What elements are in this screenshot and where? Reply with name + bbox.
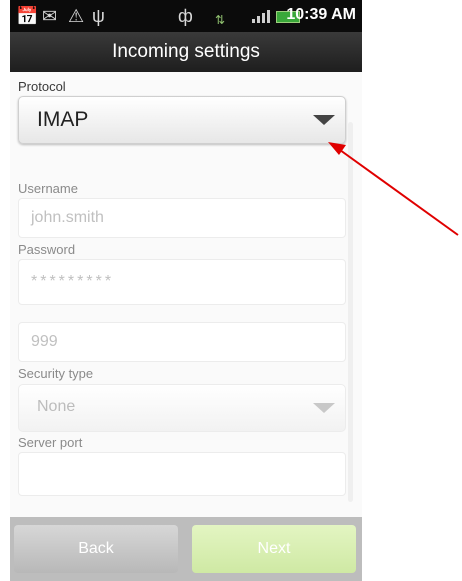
scrollbar[interactable] bbox=[348, 122, 353, 502]
server-value: 999 bbox=[31, 333, 58, 350]
warning-icon: ⚠ bbox=[68, 6, 85, 26]
chevron-down-icon bbox=[313, 115, 335, 125]
clock: 10:39 AM bbox=[286, 6, 356, 23]
password-label: Password bbox=[18, 242, 76, 257]
signal-icon bbox=[252, 9, 272, 23]
next-button[interactable]: Next bbox=[192, 525, 356, 573]
usb-icon: ψ bbox=[92, 6, 105, 26]
server-field[interactable]: 999 bbox=[18, 322, 346, 362]
username-label: Username bbox=[18, 181, 78, 196]
bottom-button-bar: Back Next bbox=[10, 517, 362, 581]
calendar-icon: 📅 bbox=[16, 6, 39, 26]
vibrate-icon: ф bbox=[178, 6, 193, 26]
server-port-field[interactable] bbox=[18, 452, 346, 496]
chevron-down-icon bbox=[313, 403, 335, 413]
protocol-label: Protocol bbox=[18, 79, 66, 94]
data-icon: ⇅ bbox=[215, 13, 226, 27]
password-field[interactable]: ********* bbox=[18, 259, 346, 305]
protocol-dropdown[interactable]: IMAP bbox=[18, 96, 346, 144]
username-value: john.smith bbox=[31, 209, 104, 226]
status-bar: 📅 ✉ ⚠ ψ ф ⇅ 10:39 AM bbox=[10, 0, 362, 32]
username-field[interactable]: john.smith bbox=[18, 198, 346, 238]
security-type-label: Security type bbox=[18, 366, 94, 381]
server-port-label: Server port bbox=[18, 435, 83, 450]
security-type-value: None bbox=[37, 398, 76, 415]
back-button[interactable]: Back bbox=[14, 525, 178, 573]
gmail-icon: ✉ bbox=[42, 6, 58, 26]
phone-screen: 📅 ✉ ⚠ ψ ф ⇅ 10:39 AM Incoming settings P… bbox=[10, 0, 362, 581]
protocol-value: IMAP bbox=[37, 108, 89, 131]
title-bar: Incoming settings bbox=[10, 32, 362, 72]
password-value: ********* bbox=[31, 273, 115, 290]
page-title: Incoming settings bbox=[112, 41, 260, 62]
security-type-dropdown[interactable]: None bbox=[18, 384, 346, 432]
